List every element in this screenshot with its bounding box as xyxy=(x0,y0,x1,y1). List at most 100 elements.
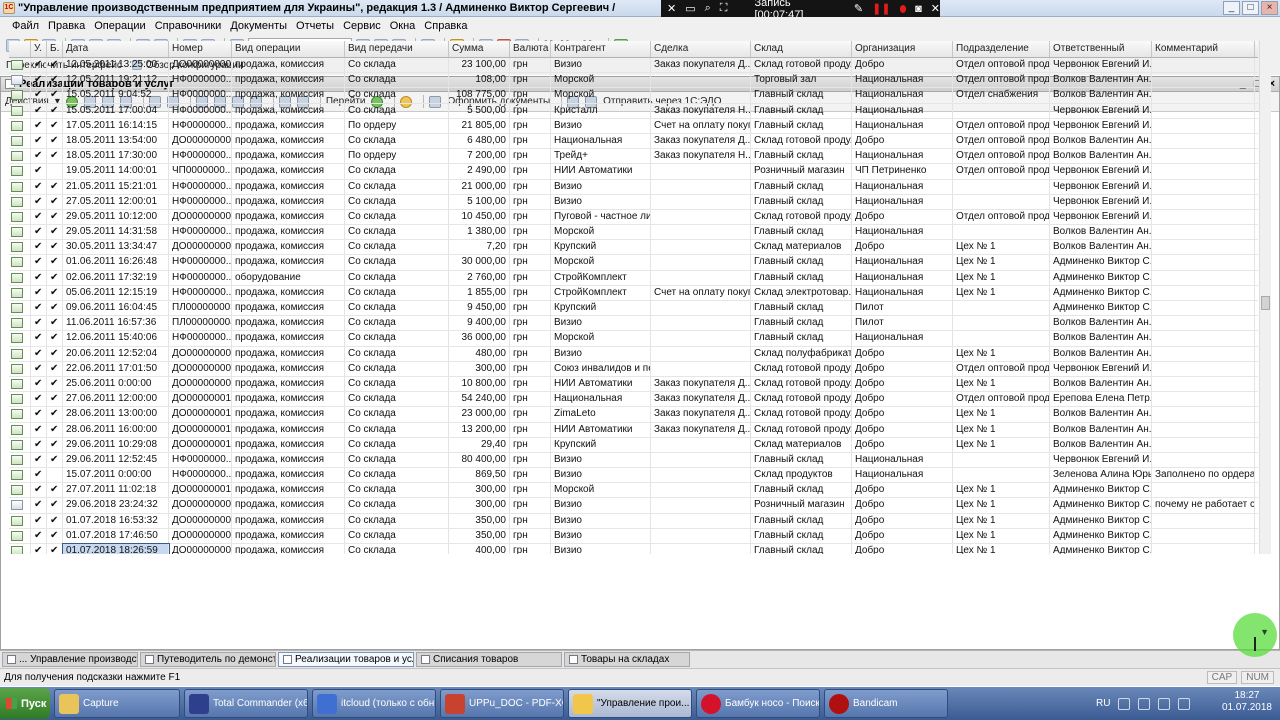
cell-comment[interactable] xyxy=(1152,301,1255,316)
cell-posted[interactable]: ✔ xyxy=(31,240,47,255)
cell-accounting[interactable]: ✔ xyxy=(47,209,63,225)
table-row[interactable]: ✔ ✔ 01.07.2018 17:46:50 ДО000000003 продажа,… xyxy=(9,528,1258,544)
cell-currency[interactable]: грн xyxy=(510,392,551,407)
cell-amount[interactable]: 1 380,00 xyxy=(449,225,510,240)
cell-deal[interactable] xyxy=(651,240,751,255)
table-row[interactable]: ✔ ✔ 22.06.2011 17:01:50 ДО000000008 продажа,… xyxy=(9,361,1258,377)
cell-transfer-type[interactable]: Со склада xyxy=(345,483,449,498)
cell-currency[interactable]: грн xyxy=(510,376,551,392)
column-header-deal[interactable]: Сделка xyxy=(651,41,751,57)
cell-number[interactable]: ДО000000004 xyxy=(169,133,232,149)
row-status-cell[interactable] xyxy=(9,483,31,498)
cell-accounting[interactable]: ✔ xyxy=(47,498,63,513)
cell-number[interactable]: ДО000000014 xyxy=(169,483,232,498)
cell-department[interactable]: Цех № 1 xyxy=(953,346,1050,361)
cell-number[interactable]: ДО000000005 xyxy=(169,209,232,225)
cell-counterparty[interactable]: Визио xyxy=(551,544,651,554)
cell-warehouse[interactable]: Склад готовой проду... xyxy=(751,133,852,149)
cell-comment[interactable] xyxy=(1152,544,1255,554)
row-status-cell[interactable] xyxy=(9,331,31,346)
cell-warehouse[interactable]: Розничный магазин xyxy=(751,164,852,179)
cell-counterparty[interactable]: Крупский xyxy=(551,437,651,452)
cell-transfer-type[interactable]: По ордеру xyxy=(345,149,449,164)
column-header-date[interactable]: Дата xyxy=(63,41,169,57)
recorder-pen-icon[interactable]: ✎ xyxy=(854,2,863,15)
cell-date[interactable]: 22.06.2011 17:01:50 xyxy=(63,361,169,376)
row-status-cell[interactable] xyxy=(9,422,31,437)
cell-responsible[interactable]: Червонюк Евгений И... xyxy=(1050,194,1152,209)
row-status-cell[interactable] xyxy=(9,194,31,209)
cell-transfer-type[interactable]: По ордеру xyxy=(345,118,449,133)
cell-organization[interactable]: Национальная xyxy=(852,331,953,346)
cell-organization[interactable]: Национальная xyxy=(852,452,953,468)
cell-comment[interactable] xyxy=(1152,437,1255,452)
table-row[interactable]: ✔ ✔ 27.05.2011 12:00:01 НФ0000000... продажа… xyxy=(9,194,1258,210)
cell-responsible[interactable]: Волков Валентин Ан... xyxy=(1050,149,1152,164)
cell-currency[interactable]: грн xyxy=(510,407,551,422)
cell-transfer-type[interactable]: Со склада xyxy=(345,209,449,225)
cell-organization[interactable]: Добро xyxy=(852,513,953,528)
cell-posted[interactable]: ✔ xyxy=(31,149,47,164)
cell-operation-type[interactable]: продажа, комиссия xyxy=(232,73,345,88)
cell-posted[interactable]: ✔ xyxy=(31,498,47,513)
row-status-cell[interactable] xyxy=(9,73,31,88)
cell-posted[interactable]: ✔ xyxy=(31,58,47,73)
cell-date[interactable]: 15.05.2011 9:04:52 xyxy=(63,88,169,103)
cell-operation-type[interactable]: продажа, комиссия xyxy=(232,331,345,346)
row-status-cell[interactable] xyxy=(9,346,31,361)
cell-amount[interactable]: 9 400,00 xyxy=(449,316,510,331)
cell-department[interactable]: Цех № 1 xyxy=(953,285,1050,300)
cell-currency[interactable]: грн xyxy=(510,133,551,149)
cell-warehouse[interactable]: Главный склад xyxy=(751,513,852,528)
recorder-close-icon[interactable]: ✕ xyxy=(667,2,676,15)
cell-comment[interactable] xyxy=(1152,422,1255,437)
cell-counterparty[interactable]: Визио xyxy=(551,452,651,468)
cell-transfer-type[interactable]: Со склада xyxy=(345,422,449,437)
taskbar-item-1c[interactable]: "Управление прои... xyxy=(568,689,692,718)
cell-date[interactable]: 28.06.2011 13:00:00 xyxy=(63,407,169,422)
cell-comment[interactable] xyxy=(1152,133,1255,149)
table-row[interactable]: ✔ ✔ 01.07.2018 18:26:59 ДО000000004 продажа,… xyxy=(9,542,1258,554)
cell-date[interactable]: 20.06.2011 12:52:04 xyxy=(63,346,169,361)
cell-comment[interactable]: почему не работает с... xyxy=(1152,498,1255,513)
cell-responsible[interactable]: Волков Валентин Ан... xyxy=(1050,376,1152,392)
cell-operation-type[interactable]: оборудование xyxy=(232,270,345,285)
cell-deal[interactable]: Заказ покупателя Н... xyxy=(651,103,751,118)
cell-posted[interactable]: ✔ xyxy=(31,133,47,149)
recorder-window-icon[interactable]: ▭ xyxy=(685,2,695,15)
volume-icon[interactable] xyxy=(1178,697,1191,710)
cell-operation-type[interactable]: продажа, комиссия xyxy=(232,392,345,407)
cell-comment[interactable] xyxy=(1152,103,1255,118)
cell-number[interactable]: ДО000000003 xyxy=(169,58,232,73)
cell-comment[interactable] xyxy=(1152,164,1255,179)
cell-amount[interactable]: 21 805,00 xyxy=(449,118,510,133)
cell-amount[interactable]: 2 490,00 xyxy=(449,164,510,179)
cell-deal[interactable]: Счет на оплату покуп... xyxy=(651,285,751,300)
cell-counterparty[interactable]: Крупский xyxy=(551,240,651,255)
cell-department[interactable]: Цех № 1 xyxy=(953,422,1050,437)
cell-number[interactable]: НФ0000000... xyxy=(169,118,232,133)
cell-accounting[interactable]: ✔ xyxy=(47,361,63,376)
cell-warehouse[interactable]: Главный склад xyxy=(751,270,852,285)
cell-department[interactable]: Цех № 1 xyxy=(953,376,1050,392)
cell-accounting[interactable]: ✔ xyxy=(47,544,63,554)
cell-comment[interactable] xyxy=(1152,346,1255,361)
cell-counterparty[interactable]: Крупский xyxy=(551,301,651,316)
cell-operation-type[interactable]: продажа, комиссия xyxy=(232,361,345,376)
cell-warehouse[interactable]: Главный склад xyxy=(751,118,852,133)
row-status-cell[interactable] xyxy=(9,103,31,118)
row-status-cell[interactable] xyxy=(9,392,31,407)
cell-responsible[interactable]: Волков Валентин Ан... xyxy=(1050,73,1152,88)
cell-department[interactable]: Отдел снабжения xyxy=(953,88,1050,103)
cell-operation-type[interactable]: продажа, комиссия xyxy=(232,255,345,270)
cell-posted[interactable]: ✔ xyxy=(31,209,47,225)
cell-organization[interactable]: Национальная xyxy=(852,179,953,194)
cell-warehouse[interactable]: Главный склад xyxy=(751,452,852,468)
cell-responsible[interactable]: Волков Валентин Ан... xyxy=(1050,331,1152,346)
cell-operation-type[interactable]: продажа, комиссия xyxy=(232,513,345,528)
cell-deal[interactable] xyxy=(651,437,751,452)
row-status-cell[interactable] xyxy=(9,133,31,149)
cell-responsible[interactable]: Волков Валентин Ан... xyxy=(1050,133,1152,149)
cell-number[interactable]: ДО000000010 xyxy=(169,392,232,407)
row-status-cell[interactable] xyxy=(9,209,31,225)
